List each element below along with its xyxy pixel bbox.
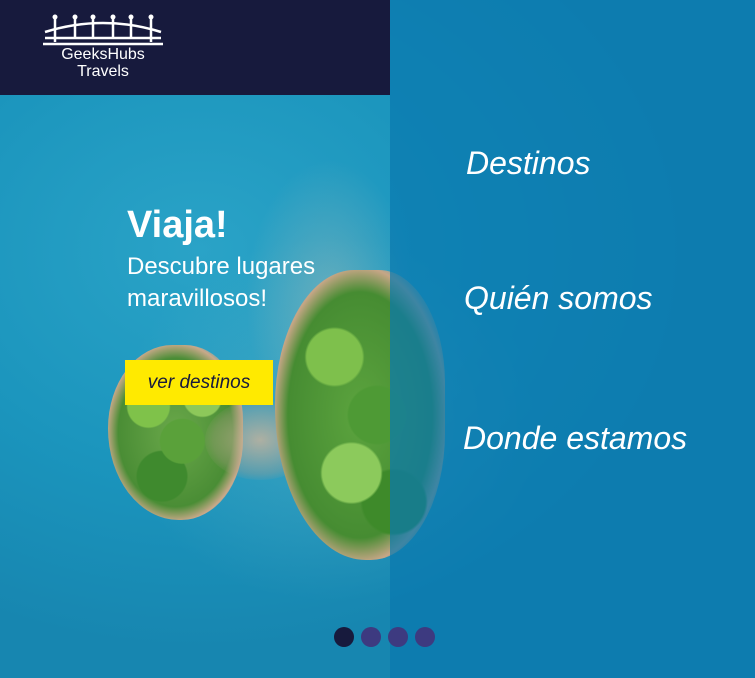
carousel-dots	[334, 627, 435, 647]
hero-subtitle-line1: Descubre lugares	[127, 253, 316, 280]
hero-text: Viaja! Descubre lugares maravillosos!	[127, 203, 387, 315]
brand-logo[interactable]: GeeksHubs Travels	[40, 12, 166, 87]
hero-subtitle-line2: maravillosos!	[127, 285, 268, 312]
nav-item-donde-estamos[interactable]: Donde estamos	[463, 420, 687, 457]
header-brand-area: GeeksHubs Travels	[0, 0, 390, 95]
bridge-icon	[41, 12, 165, 46]
ver-destinos-button[interactable]: ver destinos	[125, 360, 273, 405]
carousel-dot-1[interactable]	[334, 627, 354, 647]
nav-menu-panel	[390, 0, 755, 678]
brand-name-line1: GeeksHubs	[61, 46, 145, 63]
carousel-dot-4[interactable]	[415, 627, 435, 647]
carousel-dot-3[interactable]	[388, 627, 408, 647]
carousel-dot-2[interactable]	[361, 627, 381, 647]
nav-item-destinos[interactable]: Destinos	[466, 145, 591, 182]
hero-title: Viaja!	[127, 204, 228, 246]
brand-name-line2: Travels	[77, 63, 129, 80]
nav-item-quien-somos[interactable]: Quién somos	[464, 280, 653, 317]
